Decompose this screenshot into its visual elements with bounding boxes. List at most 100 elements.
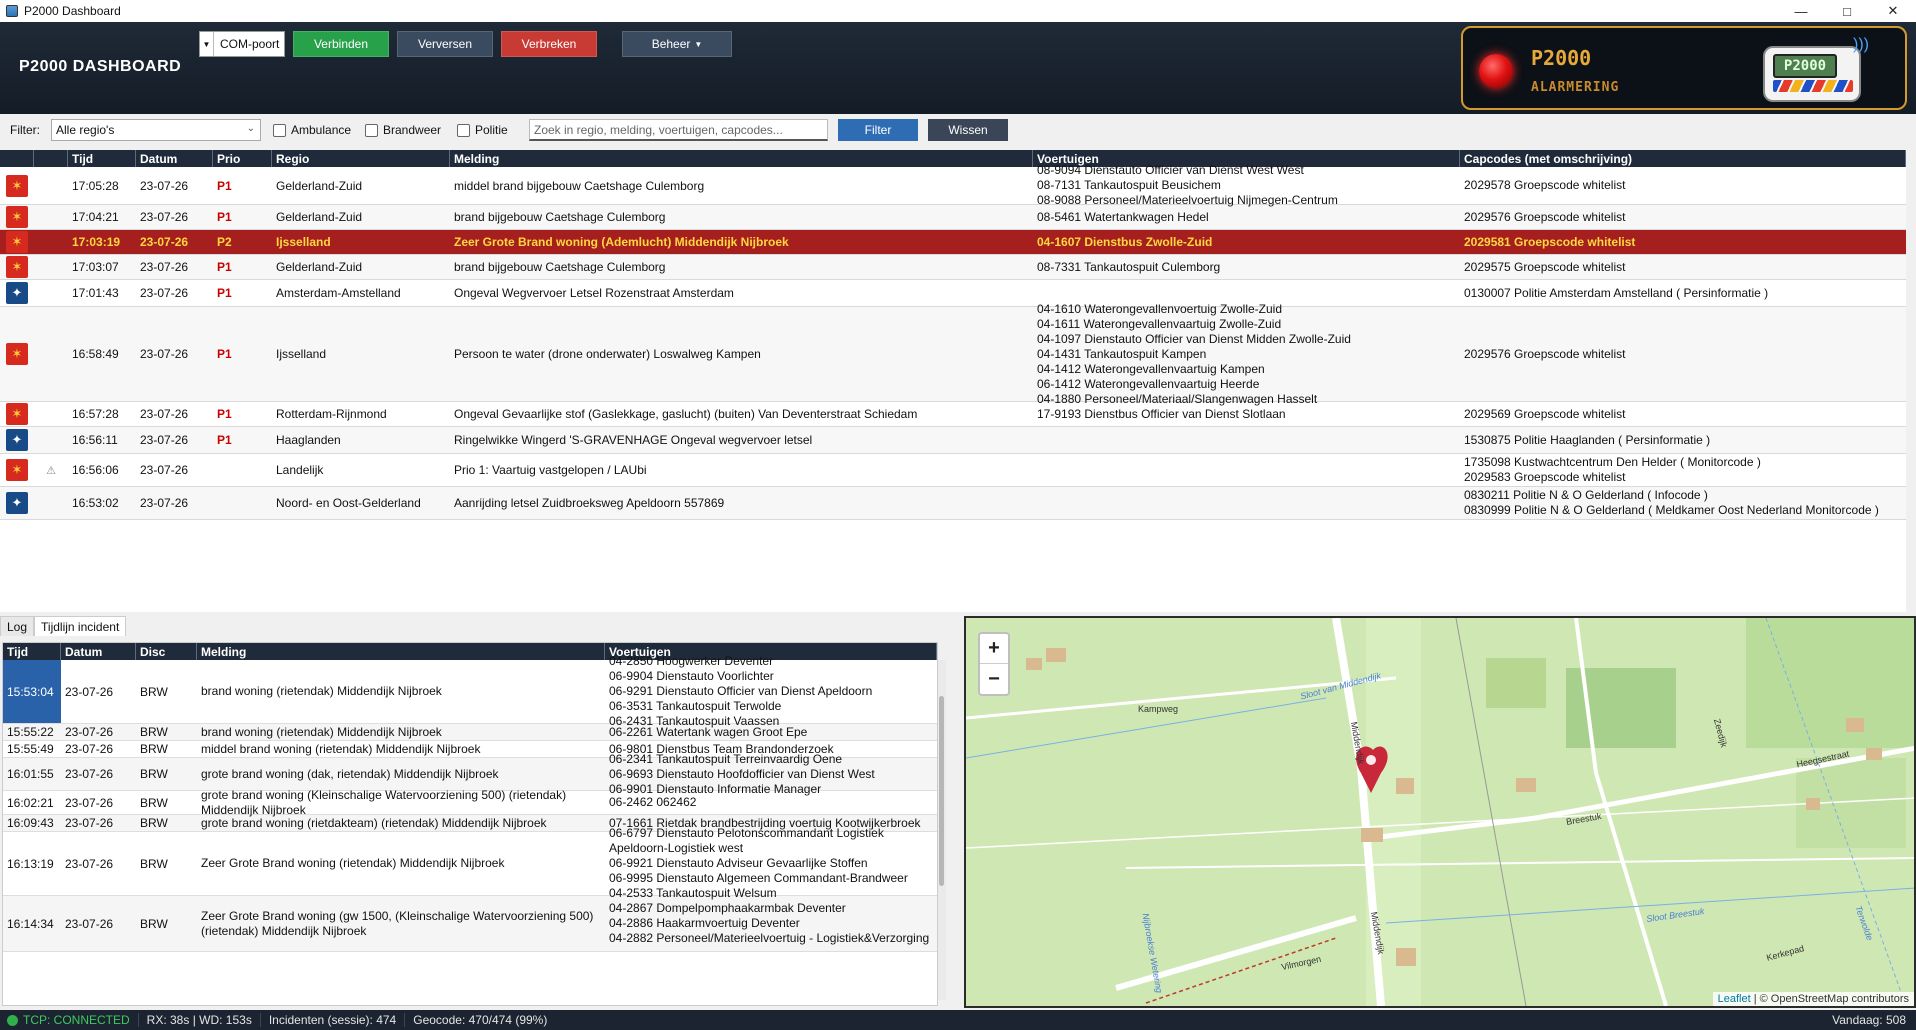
col-icon[interactable] bbox=[0, 150, 34, 167]
cell-message: Ongeval Gevaarlijke stof (Gaslekkage, ga… bbox=[454, 407, 918, 421]
cell-message: brand woning (rietendak) Middendijk Nijb… bbox=[197, 660, 605, 723]
cell-vehicles-line: 08-9094 Dienstauto Officier van Dienst W… bbox=[1037, 163, 1304, 177]
col-capcodes[interactable]: Capcodes (met omschrijving) bbox=[1460, 150, 1906, 167]
row-icon-cell: ✶ bbox=[0, 167, 34, 204]
cell-vehicles-line: 08-7331 Tankautospuit Culemborg bbox=[1037, 259, 1221, 274]
table-row[interactable]: ✶ 16:57:28 23-07-26 P1 Rotterdam-Rijnmond Ong… bbox=[0, 402, 1906, 427]
cell-time: 17:05:28 bbox=[72, 178, 119, 193]
cell-message: Zeer Grote Brand woning (rietendak) Midd… bbox=[197, 832, 605, 895]
table-row[interactable]: ✶ 17:04:21 23-07-26 P1 Gelderland-Zuid brand … bbox=[0, 205, 1906, 230]
cell-message: middel brand woning (rietendak) Middendi… bbox=[197, 741, 605, 757]
col-date[interactable]: Datum bbox=[61, 643, 136, 660]
cell-message: grote brand woning (dak, rietendak) Midd… bbox=[197, 758, 605, 790]
com-port-label: COM-poort bbox=[220, 37, 280, 51]
cell-capcodes-line: 1735098 Kustwachtcentrum Den Helder ( Mo… bbox=[1464, 455, 1761, 469]
cell-date: 23-07-26 bbox=[140, 433, 189, 447]
timeline-row[interactable]: 15:55:22 23-07-26 BRW brand woning (rietend… bbox=[3, 724, 937, 741]
timeline-row[interactable]: 16:02:21 23-07-26 BRW grote brand woning (K… bbox=[3, 788, 937, 817]
minimize-button[interactable]: — bbox=[1778, 0, 1824, 22]
cell-capcodes-line: 2029576 Groepscode whitelist bbox=[1464, 209, 1626, 224]
manage-menu-button[interactable]: Beheer ▼ bbox=[622, 31, 732, 57]
cell-capcodes: 1530875 Politie Haaglanden ( Persinforma… bbox=[1460, 427, 1906, 453]
timeline-table-header: Tijd Datum Disc Melding Voertuigen bbox=[3, 643, 937, 660]
tab-timeline[interactable]: Tijdlijn incident bbox=[34, 616, 127, 636]
col-disc[interactable]: Disc bbox=[136, 643, 197, 660]
table-row[interactable]: ✶ 17:03:19 23-07-26 P2 Ijsselland Zeer Grote … bbox=[0, 230, 1906, 255]
maximize-button[interactable]: □ bbox=[1824, 0, 1870, 22]
cell-vehicles: 06-6797 Dienstauto Pelotonscommandant Lo… bbox=[605, 826, 937, 900]
cell-date: 23-07-26 bbox=[140, 260, 189, 274]
cell-vehicles: 04-2867 Dompelpomphaakarmbak Deventer 04-… bbox=[605, 896, 937, 951]
refresh-button[interactable]: Verversen bbox=[397, 31, 493, 57]
table-row[interactable]: ✦ 17:01:43 23-07-26 P1 Amsterdam-Amstelland O… bbox=[0, 280, 1906, 307]
map-attribution: Leaflet | © OpenStreetMap contributors bbox=[1712, 992, 1914, 1006]
col-prio[interactable]: Prio bbox=[213, 150, 272, 167]
cell-capcodes: 0130007 Politie Amsterdam Amstelland ( P… bbox=[1460, 280, 1906, 306]
table-row[interactable]: ✶ 16:58:49 23-07-26 P1 Ijsselland Persoon te … bbox=[0, 302, 1906, 406]
col-time[interactable]: Tijd bbox=[68, 150, 136, 167]
brandweer-icon: ✶ bbox=[6, 403, 28, 425]
cell-capcodes-line: 2029583 Groepscode whitelist bbox=[1464, 470, 1626, 484]
cell-vehicles-line: 06-9291 Dienstauto Officier van Dienst A… bbox=[609, 684, 873, 698]
timeline-row[interactable]: 15:53:04 23-07-26 BRW brand woning (rietend… bbox=[3, 654, 937, 728]
row-icon-cell: ✶ bbox=[0, 454, 34, 486]
timeline-row[interactable]: 16:13:19 23-07-26 BRW Zeer Grote Brand woni… bbox=[3, 826, 937, 900]
col-message[interactable]: Melding bbox=[450, 150, 1033, 167]
cell-vehicles: 17-9193 Dienstbus Officier van Dienst Sl… bbox=[1033, 402, 1460, 426]
col-region[interactable]: Regio bbox=[272, 150, 450, 167]
timeline-row[interactable]: 16:14:34 23-07-26 BRW Zeer Grote Brand woni… bbox=[3, 896, 937, 952]
cell-date: 23-07-26 bbox=[140, 210, 189, 224]
cell-time: 16:09:43 bbox=[7, 816, 54, 830]
scrollbar-thumb[interactable] bbox=[939, 696, 944, 886]
timeline-table-body: 15:53:04 23-07-26 BRW brand woning (rietend… bbox=[3, 654, 937, 952]
zoom-out-button[interactable]: − bbox=[980, 664, 1008, 694]
com-port-select[interactable]: ▼ COM-poort bbox=[199, 31, 285, 57]
incident-map[interactable]: Kampweg Sloot van Middendijk Middendijk … bbox=[964, 616, 1916, 1008]
row-warning-cell bbox=[34, 167, 68, 204]
cell-capcodes: 2029569 Groepscode whitelist bbox=[1460, 402, 1906, 426]
politie-checkbox[interactable]: Politie bbox=[457, 123, 508, 137]
cell-time: 16:56:06 bbox=[72, 463, 119, 477]
table-row[interactable]: ✦ 16:56:11 23-07-26 P1 Haaglanden Ringelwikke… bbox=[0, 427, 1906, 454]
connect-button[interactable]: Verbinden bbox=[293, 31, 389, 57]
col-date[interactable]: Datum bbox=[136, 150, 213, 167]
alarm-light-icon bbox=[1479, 54, 1513, 88]
cell-time: 16:13:19 bbox=[7, 856, 54, 871]
cell-message-line: middel brand woning (rietendak) Middendi… bbox=[201, 741, 481, 756]
cell-vehicles bbox=[1033, 487, 1460, 519]
cell-capcodes-line: 2029581 Groepscode whitelist bbox=[1464, 234, 1636, 249]
clear-button[interactable]: Wissen bbox=[928, 119, 1008, 141]
search-input[interactable]: Zoek in regio, melding, voertuigen, capc… bbox=[529, 119, 828, 141]
ambulance-checkbox[interactable]: Ambulance bbox=[273, 123, 351, 137]
cell-message: grote brand woning (rietdakteam) (rieten… bbox=[197, 815, 605, 831]
cell-vehicles: 06-2462 062462 bbox=[605, 791, 937, 814]
col-warning[interactable] bbox=[34, 150, 68, 167]
tab-log[interactable]: Log bbox=[0, 616, 35, 636]
timeline-row[interactable]: 16:01:55 23-07-26 BRW grote brand woning (d… bbox=[3, 752, 937, 796]
table-row[interactable]: ✦ 16:53:02 23-07-26 Noord- en Oost-Gelderla… bbox=[0, 487, 1906, 520]
cell-date: 23-07-26 bbox=[140, 496, 189, 510]
brandweer-label: Brandweer bbox=[383, 123, 442, 137]
table-row[interactable]: ✶ 17:05:28 23-07-26 P1 Gelderland-Zuid middel… bbox=[0, 163, 1906, 207]
col-message[interactable]: Melding bbox=[197, 643, 605, 660]
today-count: Vandaag: 508 bbox=[1832, 1013, 1906, 1027]
cell-time: 16:01:55 bbox=[7, 767, 54, 781]
row-warning-cell bbox=[34, 402, 68, 426]
col-time[interactable]: Tijd bbox=[3, 643, 61, 660]
cell-disc: BRW bbox=[140, 742, 168, 756]
row-icon-cell: ✦ bbox=[0, 427, 34, 453]
zoom-in-button[interactable]: + bbox=[980, 634, 1008, 664]
disconnect-button[interactable]: Verbreken bbox=[501, 31, 597, 57]
timeline-scrollbar[interactable] bbox=[938, 660, 946, 1000]
brandweer-checkbox[interactable]: Brandweer bbox=[365, 123, 441, 137]
close-button[interactable]: ✕ bbox=[1870, 0, 1916, 22]
cell-vehicles-line: 06-6797 Dienstauto Pelotonscommandant Lo… bbox=[609, 826, 884, 840]
window-titlebar: P2000 Dashboard — □ ✕ bbox=[0, 0, 1916, 22]
cell-message: Aanrijding letsel Zuidbroeksweg Apeldoor… bbox=[454, 496, 725, 510]
table-row[interactable]: ✶ 17:03:07 23-07-26 P1 Gelderland-Zuid brand … bbox=[0, 255, 1906, 280]
region-select[interactable]: Alle regio's ⌄ bbox=[51, 119, 261, 141]
cell-vehicles: 08-7331 Tankautospuit Culemborg bbox=[1033, 255, 1460, 279]
leaflet-link[interactable]: Leaflet bbox=[1718, 993, 1751, 1005]
filter-button[interactable]: Filter bbox=[838, 119, 918, 141]
table-row[interactable]: ✶ ⚠ 16:56:06 23-07-26 Landelijk Prio 1: Vaart… bbox=[0, 454, 1906, 487]
